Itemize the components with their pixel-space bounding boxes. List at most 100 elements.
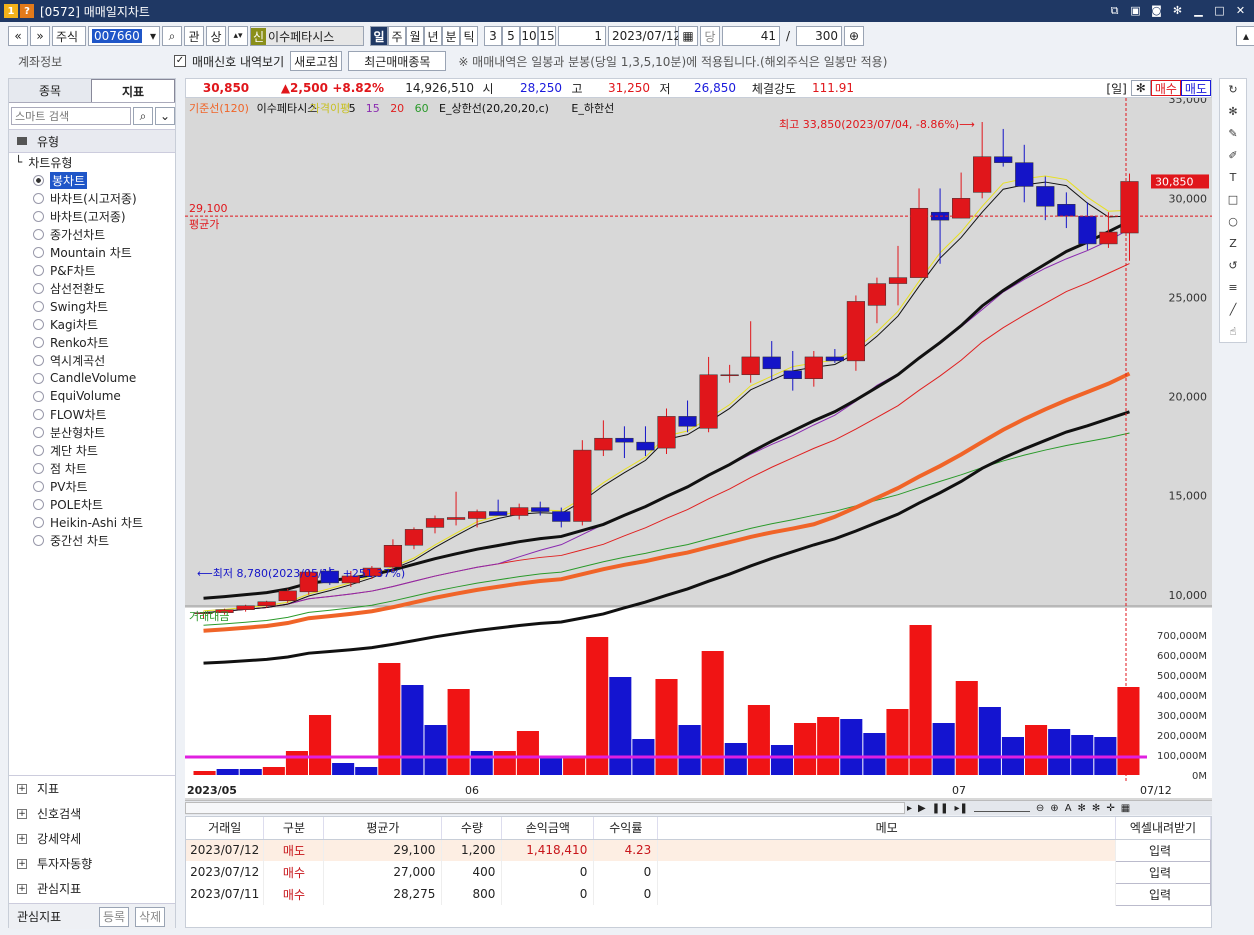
gwan-button[interactable]: 관 <box>184 26 204 46</box>
pen-icon[interactable]: ✐ <box>1228 145 1237 167</box>
chart-type-item[interactable]: CandleVolume <box>9 369 175 387</box>
indicator-menu-item[interactable]: + 관심지표 <box>9 876 175 901</box>
chart-type-item[interactable]: 점 차트 <box>9 459 175 477</box>
cell-memo[interactable] <box>657 883 1116 905</box>
chart-type-item[interactable]: 계단 차트 <box>9 441 175 459</box>
chart-type-item[interactable]: 분산형차트 <box>9 423 175 441</box>
chart-type-item[interactable]: 종가선차트 <box>9 225 175 243</box>
interval-button-2[interactable]: 10 <box>520 26 538 46</box>
chart-type-item[interactable]: EquiVolume <box>9 387 175 405</box>
close-icon[interactable]: ✕ <box>1233 3 1248 18</box>
chart-type-item[interactable]: 바차트(고저종) <box>9 207 175 225</box>
gear-icon[interactable]: ✻ <box>1078 803 1086 814</box>
grid-header-cell[interactable]: 손익금액 <box>501 817 595 840</box>
collapse-icon[interactable]: ▴ <box>1236 26 1254 46</box>
circle-tool-icon[interactable]: ○ <box>1228 211 1238 233</box>
table-row[interactable]: 2023/07/12 매도 29,100 1,200 1,418,410 4.23 입력 <box>186 838 1212 862</box>
recent-trades-select[interactable]: 최근매매종목 <box>348 51 447 71</box>
settings-icon[interactable]: ✻ <box>1092 803 1100 814</box>
indicator-menu-item[interactable]: + 강세약세 <box>9 826 175 851</box>
chart-type-item[interactable]: 바차트(시고저종) <box>9 189 175 207</box>
rect-tool-icon[interactable]: □ <box>1228 189 1238 211</box>
text-tool-icon[interactable]: T <box>1230 167 1237 189</box>
radio-icon[interactable] <box>33 192 44 204</box>
radio-icon[interactable] <box>33 336 44 348</box>
signal-checkbox[interactable]: ✓ <box>174 55 186 67</box>
radio-icon[interactable] <box>33 462 44 474</box>
expand-plus-icon[interactable]: + <box>17 833 27 844</box>
stock-name-field[interactable]: 신 이수페타시스 <box>250 26 364 46</box>
link-icon[interactable]: ⧉ <box>1107 3 1122 18</box>
gear-icon[interactable]: ✻ <box>1228 101 1237 123</box>
grid-header-cell[interactable]: 거래일 <box>186 817 265 840</box>
line-tool-icon[interactable]: ╱ <box>1230 298 1237 320</box>
chart-type-item[interactable]: 삼선전환도 <box>9 279 175 297</box>
scroll-track[interactable] <box>185 802 905 814</box>
step-icon[interactable]: ▸❚ <box>955 803 968 814</box>
fav-add-button[interactable]: 등록 <box>99 906 130 927</box>
interval-button-3[interactable]: 15 <box>538 26 556 46</box>
smart-search-input[interactable] <box>11 107 131 125</box>
chart-scrollbar[interactable]: ▸ ▶ ❚❚ ▸❚ ⊖ ⊕ A ✻ ✻ ✛ ▦ <box>185 800 1212 815</box>
radio-icon[interactable] <box>33 408 44 420</box>
expand-plus-icon[interactable]: + <box>17 808 27 819</box>
table-row[interactable]: 2023/07/11 매수 28,275 800 0 0 입력 <box>186 882 1212 906</box>
calendar-icon[interactable]: ▦ <box>678 26 698 46</box>
group-header[interactable]: 유형 <box>9 129 175 153</box>
grid-header-cell[interactable]: 엑셀내려받기 <box>1115 817 1212 840</box>
period-tab-3[interactable]: 년 <box>424 26 442 46</box>
tab-stock[interactable]: 종목 <box>9 79 91 102</box>
chart-type-item[interactable]: FLOW차트 <box>9 405 175 423</box>
radio-icon[interactable] <box>33 498 44 510</box>
search-icon[interactable]: ⌕ <box>162 26 182 46</box>
zoom-icon[interactable]: ⊕ <box>844 26 865 46</box>
market-select[interactable]: 주식 <box>52 26 86 46</box>
date-input[interactable]: 2023/07/12 <box>608 26 681 46</box>
radio-icon[interactable] <box>33 318 44 330</box>
radio-icon[interactable] <box>33 282 44 294</box>
indicator-menu-item[interactable]: + 지표 <box>9 776 175 801</box>
grid-header-cell[interactable]: 수량 <box>441 817 503 840</box>
camera-icon[interactable]: ◙ <box>1149 3 1164 18</box>
search-icon[interactable]: ⌕ <box>133 107 153 125</box>
chart-type-item[interactable]: 역시계곡선 <box>9 351 175 369</box>
radio-icon[interactable] <box>33 426 44 438</box>
buy-button[interactable]: 매수 <box>1150 80 1181 96</box>
help-badge[interactable]: ? <box>20 4 34 18</box>
zigzag-tool-icon[interactable]: Z <box>1229 232 1237 254</box>
chart-type-item[interactable]: 중간선 차트 <box>9 531 175 549</box>
memo-input-button[interactable]: 입력 <box>1114 882 1212 906</box>
spin-icon[interactable]: ▴▾ <box>228 26 248 46</box>
eraser-icon[interactable]: ✎ <box>1228 123 1237 145</box>
period-tab-2[interactable]: 월 <box>406 26 424 46</box>
grid-header-cell[interactable]: 수익률 <box>593 817 659 840</box>
radio-icon[interactable] <box>33 444 44 456</box>
expand-plus-icon[interactable]: + <box>17 783 27 794</box>
count-select[interactable]: 1 <box>558 26 606 46</box>
today-button[interactable]: 당 <box>700 26 720 46</box>
grid-header-cell[interactable]: 평균가 <box>323 817 443 840</box>
nav-prev-button[interactable]: « <box>8 26 28 46</box>
chart-type-item[interactable]: POLE차트 <box>9 495 175 513</box>
grid-header-cell[interactable]: 구분 <box>263 817 325 840</box>
radio-icon[interactable] <box>33 354 44 366</box>
memo-input-button[interactable]: 입력 <box>1114 860 1212 884</box>
radio-icon[interactable] <box>33 210 44 222</box>
sell-button[interactable]: 매도 <box>1180 80 1211 96</box>
radio-icon[interactable] <box>33 174 44 186</box>
nav-next-button[interactable]: » <box>30 26 50 46</box>
minimize-icon[interactable]: ▁ <box>1191 3 1206 18</box>
code-input[interactable]: 007660 ▾ <box>88 26 160 46</box>
zoom-slider[interactable] <box>973 806 1030 812</box>
scroll-right-icon[interactable]: ▸ <box>907 803 912 814</box>
tab-indicator[interactable]: 지표 <box>91 79 175 102</box>
cell-memo[interactable] <box>657 839 1116 861</box>
chart-svg[interactable]: 35,000 30,000 25,000 20,000 15,000 10,000 29,1… <box>185 93 1212 800</box>
gear-icon[interactable]: ✻ <box>1170 3 1185 18</box>
radio-icon[interactable] <box>33 390 44 402</box>
maximize-icon[interactable]: □ <box>1212 3 1227 18</box>
zoom-out-icon[interactable]: ⊖ <box>1036 803 1044 814</box>
chart-area[interactable]: 35,000 30,000 25,000 20,000 15,000 10,000 29,1… <box>185 93 1212 800</box>
hand-tool-icon[interactable]: ☝ <box>1230 320 1237 342</box>
period-tab-1[interactable]: 주 <box>388 26 406 46</box>
